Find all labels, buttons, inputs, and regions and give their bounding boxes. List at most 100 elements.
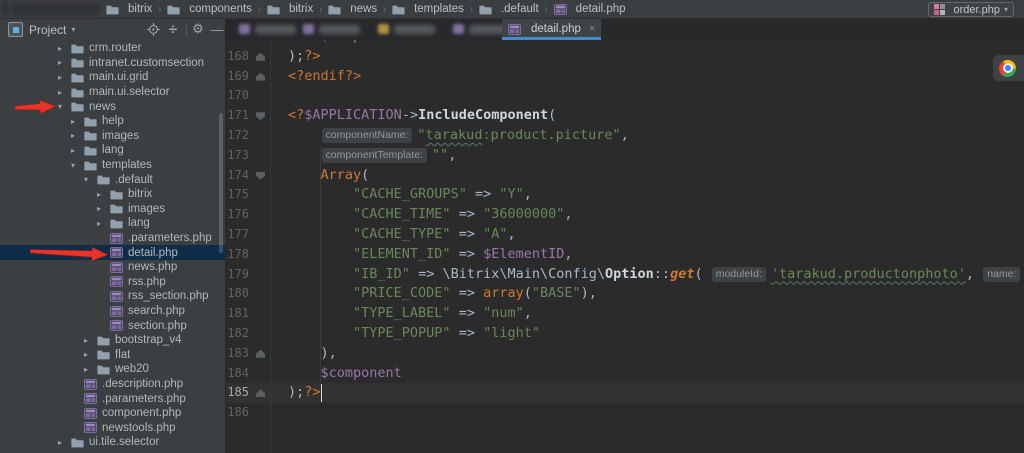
file-icon xyxy=(453,24,464,34)
tree-item-component.php[interactable]: component.php xyxy=(0,406,225,421)
code-line-184[interactable]: $component xyxy=(288,364,402,384)
gutter-separator xyxy=(270,40,271,453)
tree-item-rss.php[interactable]: rss.php xyxy=(0,275,225,290)
fold-marker-icon[interactable] xyxy=(256,171,265,180)
tree-item-ui.tile.selector[interactable]: ▸ ui.tile.selector xyxy=(0,435,225,450)
code-line-182[interactable]: "TYPE_POPUP" => "light" xyxy=(288,324,540,344)
tree-item-lang[interactable]: ▸ lang xyxy=(0,143,225,158)
tree-collapse-icon[interactable]: ▾ xyxy=(71,161,84,170)
tree-item-.parameters.php[interactable]: .parameters.php xyxy=(0,391,225,406)
tree-item-main.ui.grid[interactable]: ▸ main.ui.grid xyxy=(0,70,225,85)
code-line-176[interactable]: "CACHE_TIME" => "36000000", xyxy=(288,205,573,225)
breadcrumb-label: components xyxy=(189,3,252,15)
tree-item-.description.php[interactable]: .description.php xyxy=(0,377,225,392)
tree-item-help[interactable]: ▸ help xyxy=(0,114,225,129)
tree-item-news.php[interactable]: news.php xyxy=(0,260,225,275)
editor-tab-redacted[interactable] xyxy=(233,18,303,40)
fold-marker-icon[interactable] xyxy=(256,112,265,121)
tree-expand-icon[interactable]: ▸ xyxy=(58,438,71,447)
run-config-selector[interactable]: order.php ▾ xyxy=(927,2,1014,17)
tree-collapse-icon[interactable]: ▾ xyxy=(58,102,71,111)
tree-item-crm.router[interactable]: ▸ crm.router xyxy=(0,41,225,56)
breadcrumb-item-detail.php[interactable]: detail.php xyxy=(553,3,626,15)
folder-icon xyxy=(71,43,84,54)
tree-expand-icon[interactable]: ▸ xyxy=(84,365,97,374)
code-line-183[interactable]: ), xyxy=(288,344,337,364)
tree-expand-icon[interactable]: ▸ xyxy=(58,58,71,67)
code-line-177[interactable]: "CACHE_TYPE" => "A", xyxy=(288,225,516,245)
tree-item-lang[interactable]: ▸ lang xyxy=(0,216,225,231)
tree-expand-icon[interactable]: ▸ xyxy=(58,73,71,82)
tree-expand-icon[interactable]: ▸ xyxy=(71,131,84,140)
code-line-173[interactable]: componentTemplate: "", xyxy=(288,146,456,166)
breadcrumb-item-components[interactable]: components xyxy=(167,3,252,15)
fold-marker-icon[interactable] xyxy=(256,349,265,358)
editor-tab-redacted[interactable] xyxy=(372,18,454,40)
breadcrumb-separator: › xyxy=(158,2,162,16)
tree-item-section.php[interactable]: section.php xyxy=(0,318,225,333)
tree-item-detail.php[interactable]: detail.php xyxy=(0,245,225,260)
collapse-all-icon[interactable]: ÷ xyxy=(164,20,182,38)
tree-item-templates[interactable]: ▾ templates xyxy=(0,158,225,173)
breadcrumb-item-templates[interactable]: templates xyxy=(392,3,464,15)
tree-item-web20[interactable]: ▸ web20 xyxy=(0,362,225,377)
tree-item-rss_section.php[interactable]: rss_section.php xyxy=(0,289,225,304)
code-line-185[interactable]: );?> xyxy=(288,383,321,403)
code-line-172[interactable]: componentName: "tarakud:product.picture", xyxy=(288,126,629,146)
tree-expand-icon[interactable]: ▸ xyxy=(71,117,84,126)
tree-expand-icon[interactable]: ▸ xyxy=(58,44,71,53)
tree-item-intranet.customsection[interactable]: ▸ intranet.customsection xyxy=(0,56,225,71)
tree-collapse-icon[interactable]: ▾ xyxy=(84,175,97,184)
folder-icon xyxy=(97,349,110,360)
folder-icon xyxy=(328,4,341,15)
code-line-171[interactable]: <?$APPLICATION->IncludeComponent( xyxy=(288,106,556,126)
tree-item-flat[interactable]: ▸ flat xyxy=(0,348,225,363)
fold-marker-icon[interactable] xyxy=(256,52,265,61)
tree-expand-icon[interactable]: ▸ xyxy=(84,336,97,345)
code-line-175[interactable]: "CACHE_GROUPS" => "Y", xyxy=(288,185,532,205)
settings-gear-icon[interactable]: ⚙ xyxy=(189,20,207,38)
tree-item-newstools.php[interactable]: newstools.php xyxy=(0,421,225,436)
tree-expand-icon[interactable]: ▸ xyxy=(97,204,110,213)
tree-scrollbar[interactable] xyxy=(219,113,223,253)
tree-expand-icon[interactable]: ▸ xyxy=(84,350,97,359)
tree-item-main.ui.selector[interactable]: ▸ main.ui.selector xyxy=(0,85,225,100)
tree-expand-icon[interactable]: ▸ xyxy=(58,88,71,97)
php-file-icon xyxy=(84,407,97,419)
hide-panel-icon[interactable]: — xyxy=(208,20,226,38)
tree-item-.default[interactable]: ▾ .default xyxy=(0,172,225,187)
chrome-icon[interactable] xyxy=(999,59,1016,77)
chevron-down-icon[interactable]: ▾ xyxy=(71,25,75,34)
breadcrumb-item-bitrix[interactable]: bitrix xyxy=(106,3,152,15)
code-line-180[interactable]: "PRICE_CODE" => array("BASE"), xyxy=(288,284,597,304)
code-line-178[interactable]: "ELEMENT_ID" => $ElementID, xyxy=(288,245,572,265)
breadcrumb-item-news[interactable]: news xyxy=(328,3,377,15)
code-line-181[interactable]: "TYPE_LABEL" => "num", xyxy=(288,304,532,324)
code-line-179[interactable]: "IB_ID" => \Bitrix\Main\Config\Option::g… xyxy=(288,265,1024,285)
tree-expand-icon[interactable]: ▸ xyxy=(97,219,110,228)
code-line-168[interactable]: );?> xyxy=(288,47,321,67)
editor-tab-redacted[interactable] xyxy=(297,18,375,40)
locate-file-icon[interactable] xyxy=(144,20,162,38)
fold-marker-icon[interactable] xyxy=(256,72,265,81)
breadcrumb-item-bitrix[interactable]: bitrix xyxy=(267,3,313,15)
tree-expand-icon[interactable]: ▸ xyxy=(97,190,110,199)
code-token: , xyxy=(564,206,573,223)
code-line-174[interactable]: Array( xyxy=(288,166,370,186)
code-line-169[interactable]: <?endif?> xyxy=(288,67,361,87)
tree-item-images[interactable]: ▸ images xyxy=(0,129,225,144)
folder-icon xyxy=(84,130,97,141)
editor-tab-detail.php[interactable]: detail.php × xyxy=(502,18,602,40)
tree-item-news[interactable]: ▾ news xyxy=(0,99,225,114)
tree-expand-icon[interactable]: ▸ xyxy=(71,146,84,155)
tree-item-bitrix[interactable]: ▸ bitrix xyxy=(0,187,225,202)
tree-item-search.php[interactable]: search.php xyxy=(0,304,225,319)
code-line-167[interactable]: $component xyxy=(288,40,402,47)
breadcrumb-item-.default[interactable]: .default xyxy=(479,3,539,15)
close-tab-icon[interactable]: × xyxy=(589,23,595,35)
tree-item-.parameters.php[interactable]: .parameters.php xyxy=(0,231,225,246)
code-editor[interactable]: 167 $component168);?>169<?endif?>170171<… xyxy=(225,40,1024,453)
tree-item-images[interactable]: ▸ images xyxy=(0,202,225,217)
line-number: 185 xyxy=(227,385,249,400)
tree-item-bootstrap_v4[interactable]: ▸ bootstrap_v4 xyxy=(0,333,225,348)
